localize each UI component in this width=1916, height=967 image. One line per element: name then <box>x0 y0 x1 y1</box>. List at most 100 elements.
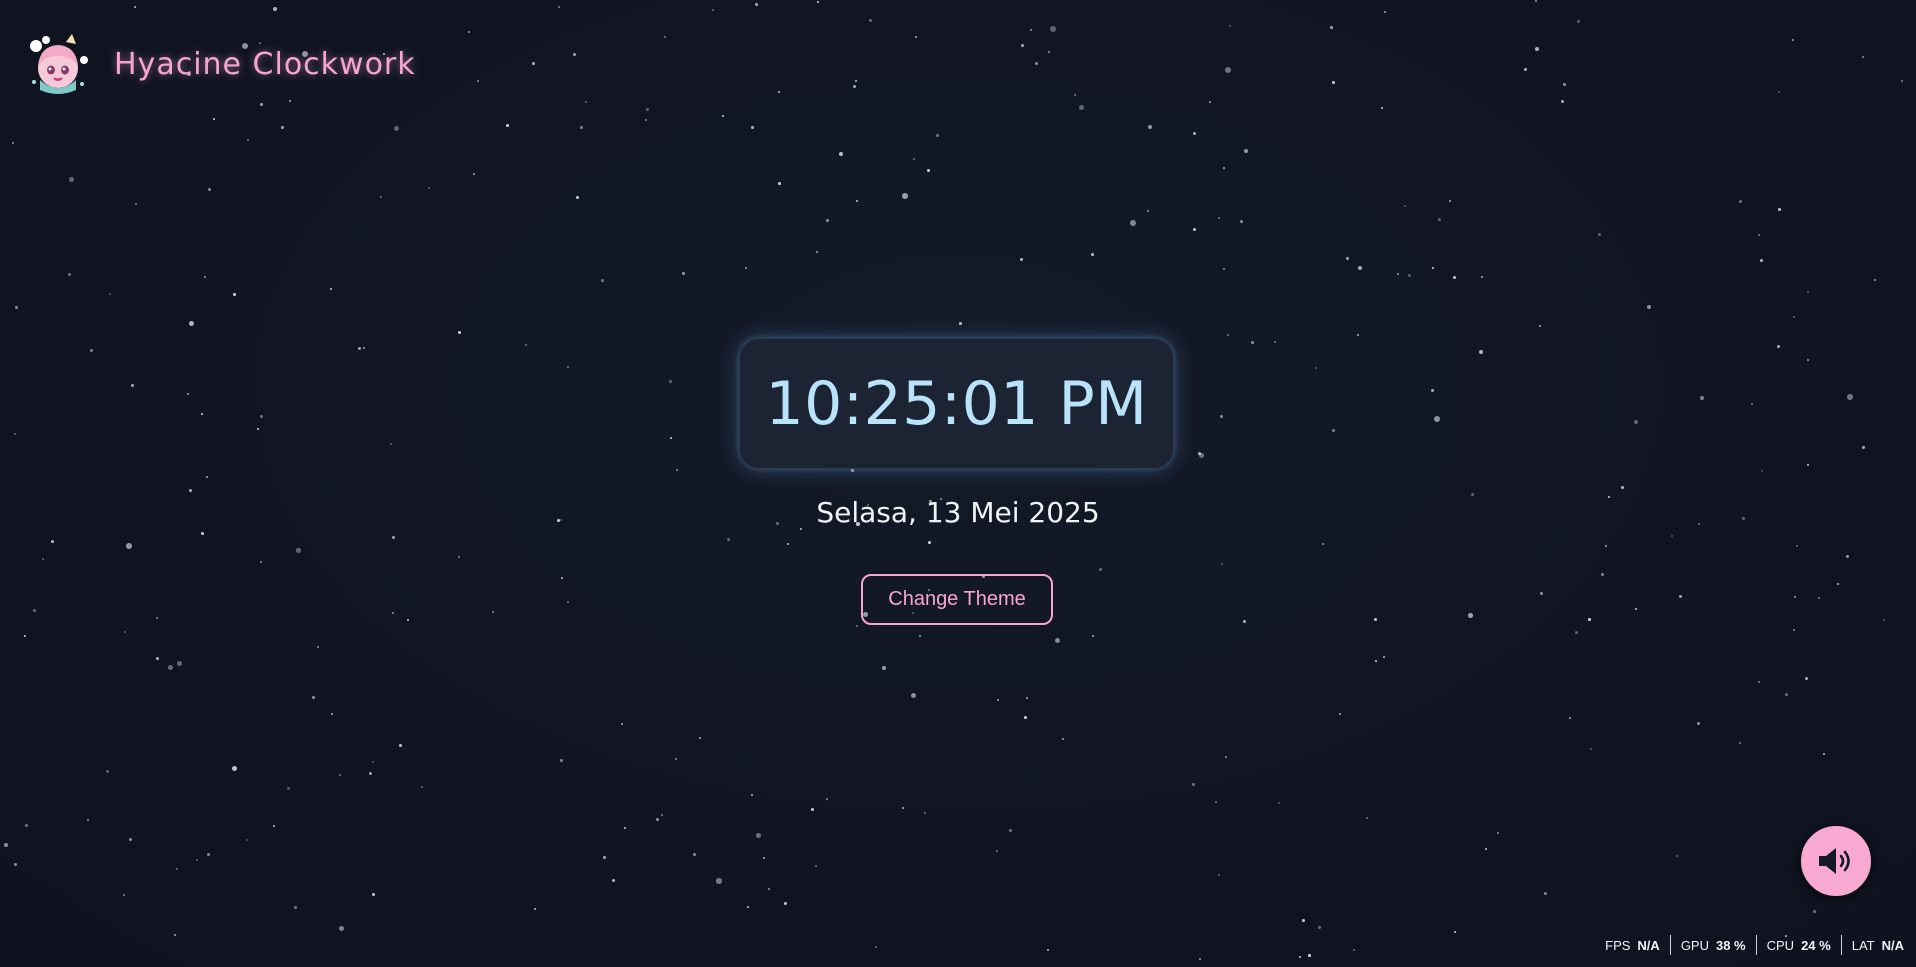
star-particle <box>1481 276 1483 278</box>
star-particle <box>207 853 210 856</box>
star-particle <box>756 833 761 838</box>
star-particle <box>1315 367 1318 370</box>
star-particle <box>1244 149 1249 154</box>
star-particle <box>369 772 372 775</box>
star-particle <box>1758 234 1761 237</box>
star-particle <box>1358 266 1363 271</box>
star-particle <box>1374 618 1377 621</box>
star-particle <box>135 203 138 206</box>
star-particle <box>1438 218 1441 221</box>
star-particle <box>90 349 93 352</box>
star-particle <box>407 619 410 622</box>
stat-label: FPS <box>1605 937 1631 953</box>
star-particle <box>1024 716 1027 719</box>
star-particle <box>1431 389 1434 392</box>
star-particle <box>1229 25 1232 28</box>
stat-value: N/A <box>1881 937 1904 953</box>
star-particle <box>1332 81 1335 84</box>
star-particle <box>289 100 292 103</box>
change-theme-button[interactable]: Change Theme <box>861 574 1053 625</box>
star-particle <box>1021 44 1024 47</box>
star-particle <box>421 786 424 789</box>
star-particle <box>1225 67 1231 73</box>
star-particle <box>778 91 781 94</box>
star-particle <box>177 661 182 666</box>
star-particle <box>869 19 872 22</box>
star-particle <box>1193 132 1196 135</box>
star-particle <box>936 134 939 137</box>
star-particle <box>294 906 297 909</box>
star-particle <box>1588 618 1591 621</box>
star-particle <box>621 723 623 725</box>
star-particle <box>156 657 159 660</box>
star-particle <box>312 696 315 699</box>
star-particle <box>12 142 15 145</box>
star-particle <box>1220 415 1223 418</box>
star-particle <box>124 631 127 634</box>
star-particle <box>296 548 301 553</box>
star-particle <box>260 561 262 563</box>
star-particle <box>875 946 878 949</box>
star-particle <box>826 219 829 222</box>
star-particle <box>390 443 392 445</box>
star-particle <box>839 152 843 156</box>
star-particle <box>1813 910 1816 913</box>
star-particle <box>576 196 580 200</box>
star-particle <box>646 108 649 111</box>
star-particle <box>1778 91 1781 94</box>
star-particle <box>778 182 781 185</box>
star-particle <box>1577 20 1581 24</box>
star-particle <box>392 612 394 614</box>
star-particle <box>532 62 535 65</box>
star-particle <box>1544 892 1547 895</box>
star-particle <box>1330 26 1333 29</box>
star-particle <box>1384 11 1386 13</box>
star-particle <box>1397 273 1399 275</box>
sound-toggle-button[interactable] <box>1799 824 1873 898</box>
star-particle <box>816 251 819 254</box>
star-particle <box>428 187 431 190</box>
star-particle <box>468 31 470 33</box>
star-particle <box>232 766 238 772</box>
stat-cpu: CPU 24 % <box>1755 935 1841 955</box>
star-particle <box>1009 829 1013 833</box>
star-particle <box>712 9 715 12</box>
star-particle <box>69 177 74 182</box>
star-particle <box>1805 677 1808 680</box>
star-particle <box>560 759 563 762</box>
star-particle <box>1274 341 1276 343</box>
star-particle <box>1569 717 1571 719</box>
star-particle <box>330 288 333 291</box>
star-particle <box>1130 220 1136 226</box>
star-particle <box>281 126 284 129</box>
stat-value: 24 % <box>1801 937 1831 953</box>
star-particle <box>561 577 564 580</box>
star-particle <box>1535 0 1537 2</box>
star-particle <box>339 774 342 777</box>
star-particle <box>246 839 249 842</box>
star-particle <box>928 541 931 544</box>
star-particle <box>14 863 17 866</box>
star-particle <box>1366 817 1369 820</box>
star-particle <box>1381 107 1383 109</box>
star-particle <box>751 126 754 129</box>
star-particle <box>1308 954 1311 957</box>
star-particle <box>751 794 754 797</box>
star-particle <box>856 625 859 628</box>
star-particle <box>1605 545 1608 548</box>
star-particle <box>134 6 137 9</box>
star-particle <box>603 856 606 859</box>
star-particle <box>273 825 275 827</box>
star-particle <box>585 101 588 104</box>
star-particle <box>1793 629 1796 632</box>
star-particle <box>784 902 787 905</box>
star-particle <box>1598 233 1601 236</box>
star-particle <box>1539 325 1542 328</box>
star-particle <box>1434 416 1440 422</box>
star-particle <box>1074 94 1077 97</box>
star-particle <box>260 103 263 106</box>
stat-value: 38 % <box>1715 937 1746 953</box>
star-particle <box>42 558 45 561</box>
star-particle <box>1807 291 1809 293</box>
star-particle <box>1601 573 1604 576</box>
